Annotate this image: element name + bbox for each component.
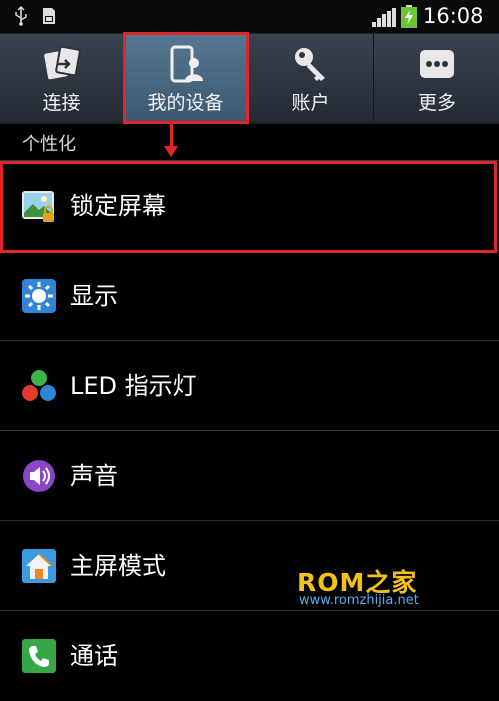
connect-icon	[43, 45, 81, 80]
call-icon	[22, 639, 56, 673]
tab-label: 连接	[42, 92, 81, 114]
signal-icon	[372, 8, 396, 27]
display-icon	[22, 279, 56, 313]
watermark-url: www.romzhijia.net	[299, 593, 419, 608]
list-item-label: 声音	[70, 462, 118, 490]
list-item-call[interactable]: 通话	[0, 611, 499, 701]
led-icon	[22, 370, 56, 401]
clock-time: 16:08	[423, 4, 484, 28]
watermark: ROM之家 www.romzhijia.net	[297, 563, 497, 613]
list-item-label: LED 指示灯	[70, 372, 197, 400]
annotation-arrow-head	[164, 146, 178, 157]
key-icon	[294, 48, 325, 81]
sd-card-icon	[43, 8, 55, 24]
section-title: 个性化	[22, 134, 76, 155]
list-item-led-indicator[interactable]: LED 指示灯	[0, 341, 499, 431]
more-icon	[420, 50, 454, 78]
home-screen-icon	[22, 549, 56, 583]
tab-highlight-box	[123, 32, 249, 124]
tab-connect[interactable]: 连接	[0, 34, 124, 122]
list-item-sound[interactable]: 声音	[0, 431, 499, 521]
status-bar: 16:08	[0, 0, 499, 34]
tab-account[interactable]: 账户	[248, 34, 374, 122]
list-item-display[interactable]: 显示	[0, 251, 499, 341]
tab-label: 更多	[417, 92, 456, 114]
list-item-label: 通话	[70, 642, 118, 670]
item-highlight-box	[0, 161, 497, 253]
battery-charging-icon	[401, 5, 417, 28]
tab-label: 账户	[291, 92, 330, 114]
usb-icon	[15, 6, 27, 26]
settings-tab-bar: 连接 我的设备 账户 更多	[0, 34, 499, 124]
annotation-arrow-line	[170, 124, 173, 148]
sound-icon	[23, 460, 55, 492]
list-item-label: 显示	[70, 282, 118, 310]
section-header: 个性化	[0, 124, 499, 161]
list-item-label: 主屏模式	[70, 552, 166, 580]
tab-more[interactable]: 更多	[375, 34, 499, 122]
